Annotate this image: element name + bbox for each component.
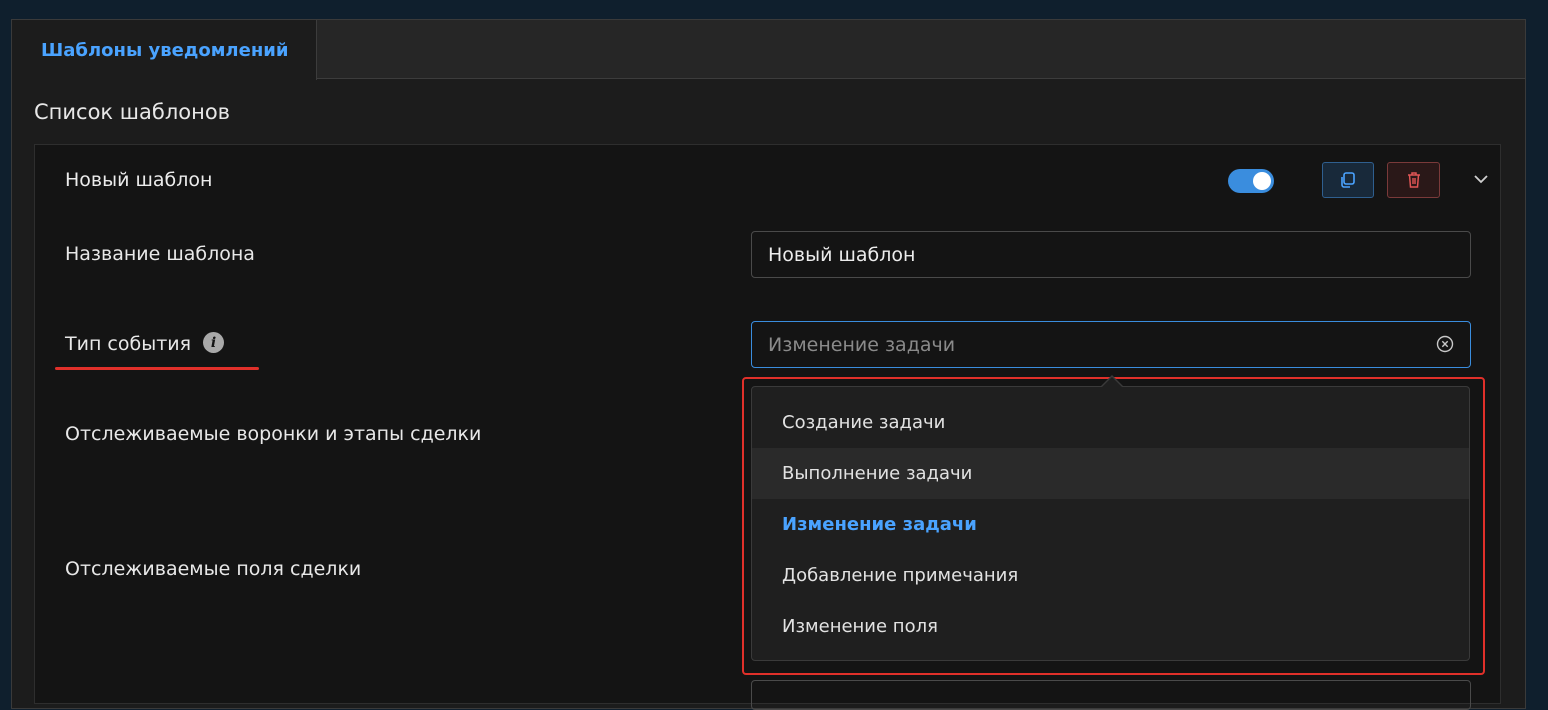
event-type-annotation-underline	[55, 367, 259, 370]
clear-icon[interactable]	[1436, 335, 1454, 353]
option-change-task[interactable]: Изменение задачи	[752, 499, 1469, 550]
dropdown-pointer-inner	[1102, 377, 1122, 387]
chevron-down-icon	[1474, 175, 1488, 184]
copy-template-button[interactable]	[1322, 162, 1374, 198]
event-type-label: Тип события i	[65, 332, 225, 355]
template-name-label: Название шаблона	[65, 243, 255, 265]
event-type-select-value: Изменение задачи	[768, 333, 956, 356]
tracked-fields-label: Отслеживаемые поля сделки	[65, 558, 362, 580]
template-name-input[interactable]: Новый шаблон	[751, 231, 1471, 278]
option-change-field[interactable]: Изменение поля	[752, 601, 1469, 652]
delete-template-button[interactable]	[1387, 162, 1440, 198]
tab-bar: Шаблоны уведомлений	[12, 20, 1525, 80]
section-title: Список шаблонов	[34, 100, 231, 124]
option-complete-task[interactable]: Выполнение задачи	[752, 448, 1469, 499]
info-icon[interactable]: i	[203, 332, 225, 353]
template-enabled-toggle[interactable]	[1228, 169, 1274, 193]
expand-chevron[interactable]	[1469, 167, 1493, 191]
tracked-fields-input[interactable]	[751, 680, 1471, 710]
tracked-funnels-label: Отслеживаемые воронки и этапы сделки	[65, 423, 482, 445]
copy-icon	[1341, 172, 1355, 188]
event-type-dropdown: Создание задачи Выполнение задачи Измене…	[751, 386, 1470, 661]
event-type-label-text: Тип события	[65, 333, 192, 355]
toggle-knob	[1253, 172, 1271, 190]
trash-icon	[1407, 172, 1420, 188]
option-create-task[interactable]: Создание задачи	[752, 397, 1469, 448]
tab-notification-templates[interactable]: Шаблоны уведомлений	[12, 20, 317, 80]
option-add-note[interactable]: Добавление примечания	[752, 550, 1469, 601]
template-card-title[interactable]: Новый шаблон	[65, 169, 212, 191]
event-type-select[interactable]: Изменение задачи	[751, 321, 1471, 368]
